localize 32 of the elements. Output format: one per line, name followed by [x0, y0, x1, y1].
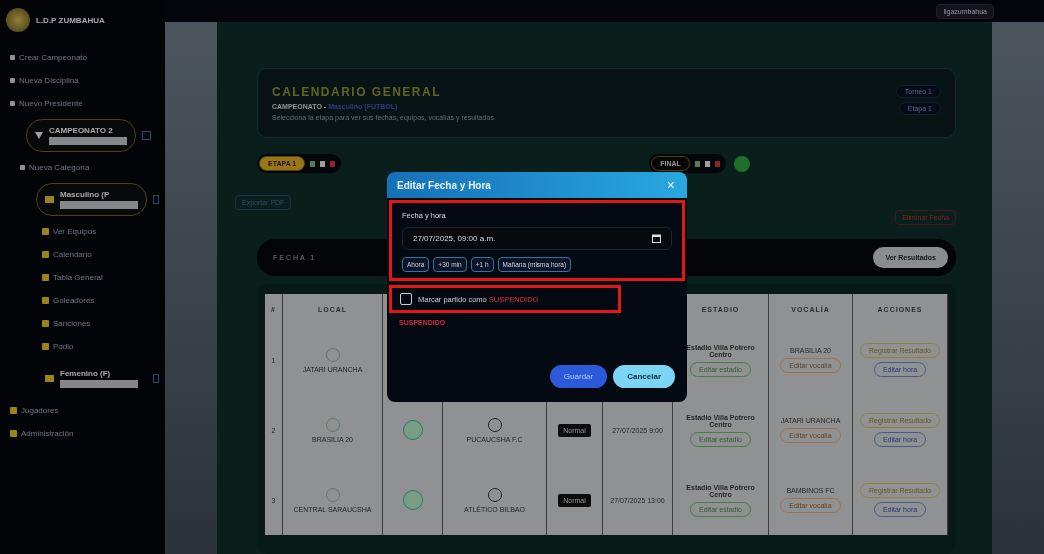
save-button[interactable]: Guardar: [549, 365, 608, 388]
checkbox[interactable]: [400, 293, 412, 305]
sidebar-item[interactable]: Crear Campeonato: [6, 46, 159, 69]
sidebar-item[interactable]: Goleadores: [6, 289, 159, 312]
calendar-icon[interactable]: [652, 234, 661, 243]
datetime-field[interactable]: 27/07/2025, 09:00 a.m.: [402, 227, 672, 250]
dialog-title: Editar Fecha y Hora: [397, 179, 491, 191]
sidebar-item[interactable]: Nueva Disciplina: [6, 69, 159, 92]
menu-icon: [10, 101, 15, 106]
sidebar-item[interactable]: Sanciones: [6, 312, 159, 335]
add-button[interactable]: [733, 155, 750, 172]
page-title: CALENDARIO GENERAL: [272, 85, 442, 99]
sidebar-item[interactable]: Administración: [6, 422, 159, 445]
sidebar-item[interactable]: Calendario: [6, 243, 159, 266]
sidebar-item[interactable]: Podio: [6, 335, 159, 358]
category-selector[interactable]: Masculino (P: [36, 183, 147, 216]
menu-icon: [10, 78, 15, 83]
league-logo-icon: [6, 8, 30, 32]
shield-icon: [402, 490, 423, 510]
sidebar-item[interactable]: Ver Equipos: [6, 220, 159, 243]
sidebar-item[interactable]: Tabla General: [6, 266, 159, 289]
cancel-button[interactable]: Cancelar: [613, 365, 675, 388]
sidebar-item[interactable]: Nuevo Presidente: [6, 92, 159, 115]
category-selector[interactable]: Femenino (F): [36, 362, 147, 395]
championship-selector[interactable]: CAMPEONATO 2: [26, 119, 136, 152]
brand-name: L.D.P ZUMBAHUA: [36, 15, 105, 25]
sidebar-item[interactable]: Jugadores: [6, 399, 159, 422]
menu-icon: [10, 55, 15, 60]
menu-icon: [20, 165, 25, 170]
sidebar-item[interactable]: Nueva Categoría: [6, 156, 159, 179]
close-button[interactable]: ×: [664, 178, 677, 192]
shield-icon: [402, 420, 423, 440]
